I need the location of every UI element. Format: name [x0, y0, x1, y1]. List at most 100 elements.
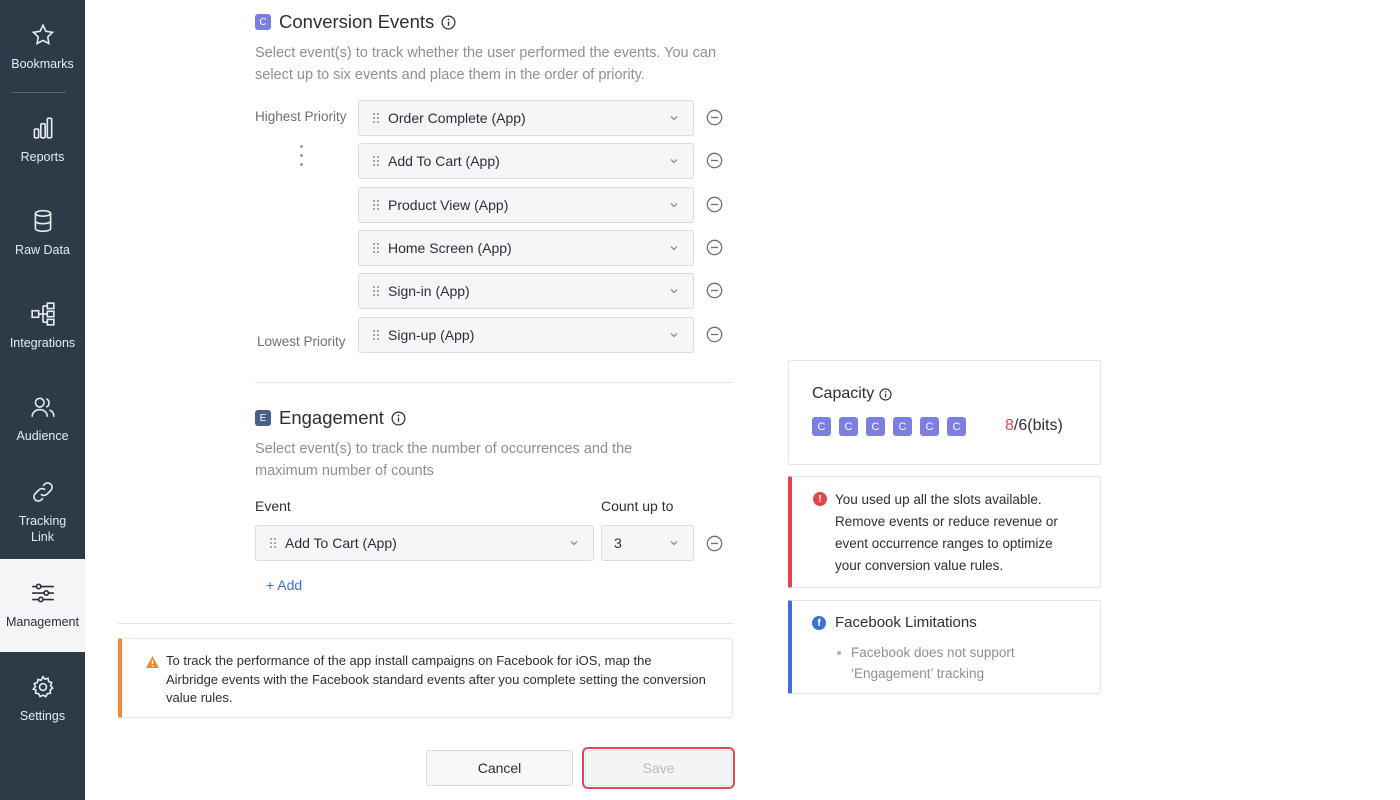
conversion-event-select[interactable]: Add To Cart (App)	[358, 143, 694, 179]
engagement-badge: E	[255, 410, 271, 426]
bar-chart-icon	[33, 117, 52, 139]
audience-icon	[30, 397, 55, 417]
sidebar-item-integrations[interactable]: Integrations	[0, 301, 85, 351]
count-column-label: Count up to	[601, 498, 674, 514]
star-icon	[31, 23, 54, 46]
chevron-down-icon	[670, 159, 678, 164]
engagement-title: Engagement	[279, 407, 384, 428]
capacity-chip: C	[947, 417, 966, 436]
select-value: Product View (App)	[388, 197, 509, 213]
conversion-events-title: Conversion Events	[279, 11, 435, 32]
chevron-down-icon	[570, 541, 578, 546]
facebook-limitations-title: Facebook Limitations	[835, 614, 977, 631]
cancel-button[interactable]: Cancel	[426, 750, 573, 786]
info-icon[interactable]	[391, 411, 406, 426]
sidebar-item-label: Bookmarks	[11, 57, 74, 71]
select-value: Sign-up (App)	[388, 327, 475, 343]
list-bullet	[837, 651, 841, 655]
drag-handle-icon[interactable]	[372, 199, 380, 211]
sidebar-item-settings[interactable]: Settings	[0, 674, 85, 724]
sidebar-item-label: Management	[6, 615, 79, 629]
remove-event-button[interactable]	[706, 282, 723, 299]
capacity-header: Capacity	[812, 385, 892, 403]
drag-handle-icon[interactable]	[372, 329, 380, 341]
capacity-chips: CCCCCC	[812, 417, 974, 436]
add-engagement-link[interactable]: + Add	[266, 577, 302, 593]
capacity-used: 8	[1005, 417, 1014, 434]
error-icon: !	[813, 492, 827, 506]
sidebar-item-label: Reports	[20, 150, 65, 164]
sidebar-item-label: Audience	[16, 429, 69, 443]
drag-handle-icon[interactable]	[269, 537, 277, 549]
conversion-event-select[interactable]: Order Complete (App)	[358, 100, 694, 136]
warning-text: To track the performance of the app inst…	[166, 653, 706, 705]
capacity-total: /6(bits)	[1013, 417, 1063, 434]
select-value: Home Screen (App)	[388, 240, 512, 256]
section-divider	[118, 623, 733, 624]
select-value: Add To Cart (App)	[285, 535, 397, 551]
chevron-down-icon	[670, 541, 678, 546]
select-value: 3	[614, 535, 622, 551]
lowest-priority-label: Lowest Priority	[257, 334, 346, 349]
sidebar-item-reports[interactable]: Reports	[0, 115, 85, 165]
sidebar-item-label: Settings	[19, 709, 66, 723]
remove-event-button[interactable]	[706, 239, 723, 256]
info-icon[interactable]	[879, 387, 892, 401]
conversion-event-select[interactable]: Sign-in (App)	[358, 273, 694, 309]
info-icon[interactable]	[441, 15, 456, 30]
highest-priority-label: Highest Priority	[255, 109, 347, 124]
conversion-events-description: Select event(s) to track whether the use…	[255, 45, 717, 83]
facebook-warning-box: To track the performance of the app inst…	[118, 638, 733, 718]
drag-handle-icon[interactable]	[372, 242, 380, 254]
capacity-chip: C	[812, 417, 831, 436]
warning-icon	[146, 656, 159, 668]
select-value: Sign-in (App)	[388, 283, 470, 299]
sidebar-item-raw-data[interactable]: Raw Data	[0, 208, 85, 258]
sidebar-item-tracking-link[interactable]: Tracking Link	[0, 479, 85, 545]
sidebar-item-bookmarks[interactable]: Bookmarks	[0, 22, 85, 72]
database-icon	[34, 209, 51, 233]
conversion-event-select[interactable]: Product View (App)	[358, 187, 694, 223]
facebook-limitation-item: Facebook does not support ‘Engagement’ t…	[851, 645, 1015, 681]
remove-event-button[interactable]	[706, 152, 723, 169]
chevron-down-icon	[670, 246, 678, 251]
integrations-icon	[30, 302, 55, 326]
capacity-chip: C	[839, 417, 858, 436]
sliders-icon	[31, 583, 54, 603]
engagement-event-select[interactable]: Add To Cart (App)	[255, 525, 594, 561]
link-icon	[32, 482, 53, 502]
chevron-down-icon	[670, 289, 678, 294]
conversion-event-select[interactable]: Home Screen (App)	[358, 230, 694, 266]
capacity-title: Capacity	[812, 385, 875, 402]
remove-event-button[interactable]	[706, 196, 723, 213]
drag-handle-icon[interactable]	[372, 155, 380, 167]
conversion-events-header: C Conversion Events	[255, 11, 456, 33]
sidebar-item-label: Tracking Link	[18, 514, 67, 544]
remove-event-button[interactable]	[706, 326, 723, 343]
priority-dots	[300, 145, 304, 172]
select-value: Order Complete (App)	[388, 110, 526, 126]
chevron-down-icon	[670, 203, 678, 208]
facebook-icon: f	[812, 616, 826, 630]
count-select[interactable]: 3	[601, 525, 694, 561]
engagement-header: E Engagement	[255, 407, 406, 429]
event-column-label: Event	[255, 498, 291, 514]
gear-icon	[31, 675, 54, 698]
sidebar-item-audience[interactable]: Audience	[0, 394, 85, 444]
sidebar-divider	[12, 92, 66, 93]
capacity-chip: C	[866, 417, 885, 436]
save-button[interactable]: Save	[582, 747, 735, 789]
conversion-badge: C	[255, 14, 271, 30]
facebook-limitations-card: f Facebook Limitations Facebook does not…	[788, 600, 1101, 694]
conversion-event-select[interactable]: Sign-up (App)	[358, 317, 694, 353]
remove-engagement-button[interactable]	[706, 535, 723, 552]
sidebar-item-management[interactable]: Management	[0, 559, 85, 652]
chevron-down-icon	[670, 333, 678, 338]
section-divider	[255, 382, 733, 383]
sidebar-item-label: Raw Data	[15, 243, 70, 257]
remove-event-button[interactable]	[706, 109, 723, 126]
drag-handle-icon[interactable]	[372, 285, 380, 297]
capacity-card: Capacity CCCCCC 8/6(bits)	[788, 360, 1101, 465]
drag-handle-icon[interactable]	[372, 112, 380, 124]
capacity-chip: C	[920, 417, 939, 436]
